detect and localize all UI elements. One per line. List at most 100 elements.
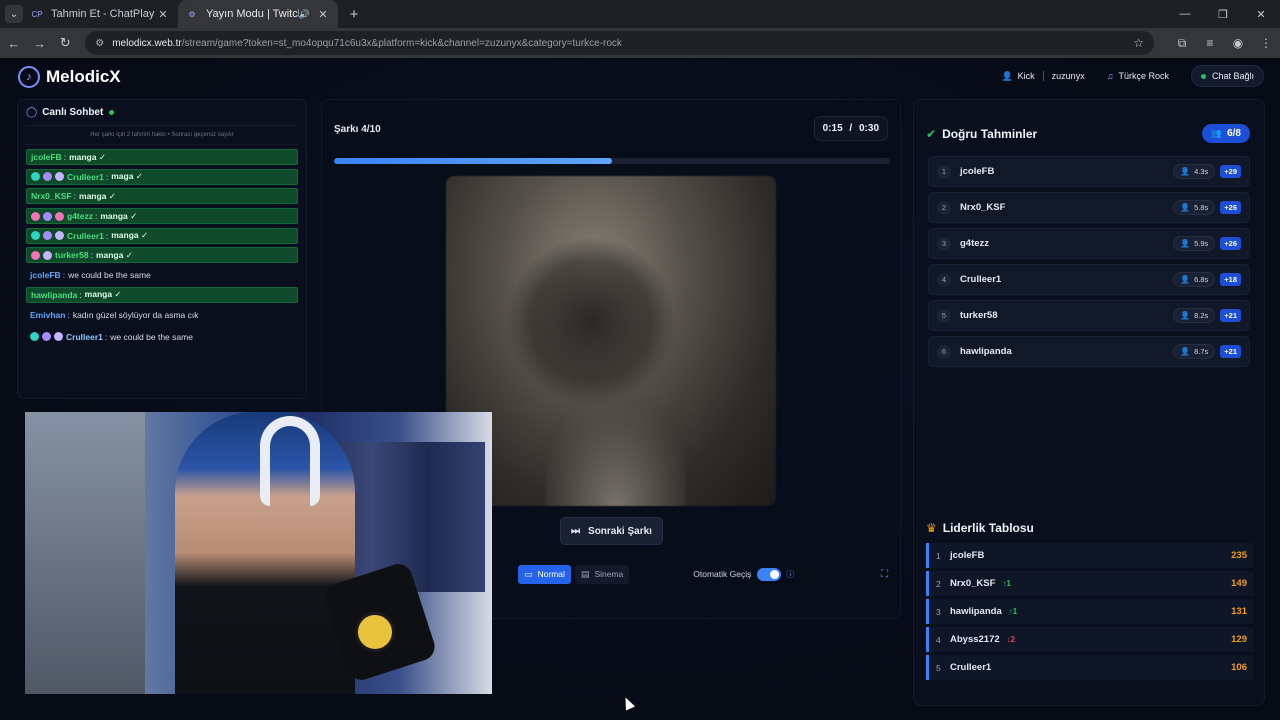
browser-menu-icon[interactable]: ⋮ [1252,36,1280,50]
chat-message-list: jcoleFB: manga ✓ Crulleer1: maga ✓ Nrx0_KSF:… [18,145,306,352]
audio-playing-icon[interactable]: 🔊 [299,9,310,20]
chat-connection-badge: Chat Bağlı [1190,65,1264,87]
guess-time: 5.9s [1194,239,1209,248]
restore-icon[interactable]: ❐ [1204,8,1242,21]
user-icon: 👤 [1180,167,1191,176]
bookmark-star-icon[interactable]: ☆ [1133,36,1144,50]
guess-username: Nrx0_KSF [960,202,1006,213]
chat-colon: : [104,331,108,342]
reload-icon[interactable]: ↻ [54,35,78,51]
leaderboard-row: 2 Nrx0_KSF ↑1 149 [926,571,1254,596]
chat-message: jcoleFB: manga ✓ [26,149,298,165]
mode-normal-button[interactable]: ▭ Normal [518,564,571,584]
chat-username[interactable]: turker58 [55,250,89,260]
chat-text: maga ✓ [111,171,143,182]
chat-text: we could be the same [110,331,193,342]
streamer-webcam-overlay [25,412,492,694]
headphones-logo-icon: ♪ [18,66,40,88]
close-tab-icon[interactable]: ✕ [316,8,330,21]
fullscreen-icon[interactable]: ⛶ [881,569,888,580]
extensions-icon[interactable]: ⧉ [1168,36,1196,51]
chat-username[interactable]: hawlipanda [31,290,77,300]
media-control-icon[interactable]: ≡ [1196,36,1224,50]
guess-rank: 5 [937,308,951,323]
brand[interactable]: ♪ MelodicX [18,66,121,88]
user-badge-icon [55,211,64,221]
chat-colon: : [79,289,82,300]
chat-username[interactable]: Crulleer1 [66,332,103,342]
mode-cinema-button[interactable]: ▤ Sinema [574,564,630,584]
guess-time-chip: 👤 8.7s [1173,344,1216,359]
close-window-icon[interactable]: ✕ [1242,8,1280,21]
chat-colon: : [105,230,109,241]
users-icon: 👤 [1001,70,1013,81]
guess-username: hawlipanda [960,346,1012,357]
guess-rank: 2 [937,200,951,215]
chat-text: manga ✓ [100,210,138,221]
chat-colon: : [62,270,66,281]
leader-rank: 1 [936,550,941,561]
skip-next-icon: ⏭ [571,525,581,537]
rank-change: ↑1 [1008,607,1018,616]
leader-rank: 3 [936,606,941,617]
chat-username[interactable]: jcoleFB [31,152,62,162]
chat-username[interactable]: g4tezz [67,211,93,221]
chat-username[interactable]: Crulleer1 [67,172,104,182]
info-icon[interactable]: ⓘ [786,569,794,580]
leader-username: jcoleFB [950,550,985,561]
new-tab-button[interactable]: + [342,6,366,23]
guess-rank: 1 [937,164,951,179]
tab-chatplay[interactable]: CP Tahmin Et - ChatPlay ✕ [23,0,178,28]
leader-score: 106 [1231,662,1247,673]
auto-advance-toggle[interactable] [757,567,782,581]
guess-time-chip: 👤 5.8s [1173,200,1216,215]
melodicx-favicon-icon: ⚙ [188,9,196,19]
back-icon[interactable]: ← [2,36,26,51]
profile-icon[interactable]: ◉ [1224,36,1252,50]
tab-yayin-modu[interactable]: ⚙ Yayın Modu | Twitch ve Kick 🔊 ✕ [178,0,338,28]
leaderboard-row: 5 Crulleer1 106 [926,655,1254,680]
correct-guesses-title: Doğru Tahminler [942,127,1038,141]
minimize-icon[interactable]: — [1166,8,1204,20]
auto-advance-control: Otomatik Geçiş ⓘ [693,567,794,581]
app-root: ♪ MelodicX 👤 Kick zuzunyx ♫ Türkçe Rock … [0,58,1280,720]
forward-icon[interactable]: → [28,36,52,51]
guess-points: +29 [1220,165,1241,178]
user-icon: 👤 [1180,311,1191,320]
category-label: Türkçe Rock [1118,71,1169,81]
guess-row: 1 jcoleFB 👤 4.3s +29 [928,156,1250,187]
site-info-icon[interactable]: ⚙ [95,38,104,49]
url-field[interactable]: ⚙ melodicx.web.tr/stream/game?token=st_m… [85,31,1155,55]
chat-username[interactable]: Nrx0_KSF [31,191,72,201]
window-controls: — ❐ ✕ [1166,0,1280,28]
user-icon: 👤 [1180,239,1191,248]
chat-title: Canlı Sohbet [42,107,104,118]
chat-username[interactable]: Crulleer1 [67,231,104,241]
guess-time-chip: 👤 8.2s [1173,308,1216,323]
guess-time: 8.2s [1194,311,1209,320]
close-tab-icon[interactable]: ✕ [156,8,170,21]
mode-cinema-label: Sinema [594,569,624,579]
guess-time: 4.3s [1194,167,1209,176]
next-song-button[interactable]: ⏭ Sonraki Şarkı [560,517,663,545]
guess-time: 5.8s [1194,203,1209,212]
tab-search-icon[interactable]: ⌄ [5,5,23,23]
user-badge-icon [55,231,64,241]
chat-username[interactable]: Emivhan [30,310,65,320]
user-badge-icon [43,211,52,221]
leader-rank: 5 [936,662,941,673]
chat-colon: : [105,171,109,182]
music-note-icon: ♫ [1106,71,1114,81]
connected-dot-icon [1200,73,1206,79]
leader-username: Crulleer1 [950,662,992,673]
chat-text: manga ✓ [69,151,106,162]
user-badge-icon [43,172,52,182]
headphones-figure [260,416,320,506]
guess-rank: 6 [937,344,951,359]
chat-username[interactable]: jcoleFB [30,270,61,280]
user-badge-icon [31,231,40,241]
leader-rank: 2 [936,578,941,589]
chat-text: manga ✓ [84,289,122,300]
leader-score: 235 [1231,550,1247,561]
chat-colon: : [67,309,70,320]
